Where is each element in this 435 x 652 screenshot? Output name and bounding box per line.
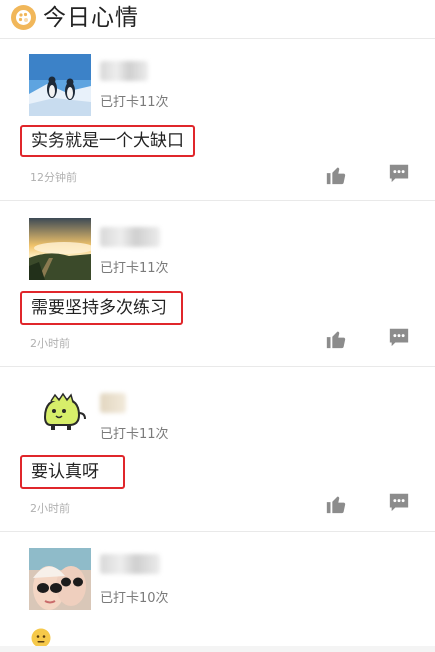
avatar[interactable] bbox=[29, 218, 91, 280]
checkin-count: 已打卡11次 bbox=[100, 95, 169, 110]
thumbs-up-icon[interactable] bbox=[325, 328, 347, 350]
post-card: 已打卡11次 需要坚持多次练习 2小时前 bbox=[0, 201, 435, 366]
thumbs-up-icon[interactable] bbox=[325, 493, 347, 515]
post-content-text: 需要坚持多次练习 bbox=[31, 298, 167, 318]
bottom-bar bbox=[0, 646, 435, 652]
neutral-face-emoji-icon bbox=[31, 628, 51, 648]
post-card: 已打卡10次 bbox=[0, 532, 435, 646]
avatar[interactable] bbox=[29, 548, 91, 610]
checkin-count: 已打卡11次 bbox=[100, 261, 169, 276]
post-content: 需要坚持多次练习 bbox=[20, 291, 183, 325]
username-blurred bbox=[100, 61, 148, 81]
post-card: 已打卡11次 实务就是一个大缺口 12分钟前 bbox=[0, 39, 435, 200]
username-blurred bbox=[100, 393, 126, 413]
post-content: 实务就是一个大缺口 bbox=[20, 125, 195, 157]
page-title: 今日心情 bbox=[43, 5, 139, 31]
post-time: 12分钟前 bbox=[30, 171, 77, 184]
checkin-count: 已打卡10次 bbox=[100, 591, 169, 606]
page-header: 今日心情 bbox=[0, 0, 435, 38]
post-content-text: 实务就是一个大缺口 bbox=[31, 131, 184, 151]
avatar[interactable] bbox=[29, 383, 91, 445]
post-content-text: 要认真呀 bbox=[31, 462, 99, 482]
avatar[interactable] bbox=[29, 54, 91, 116]
post-card: 已打卡11次 要认真呀 2小时前 bbox=[0, 367, 435, 531]
username-blurred bbox=[100, 554, 160, 574]
thumbs-up-icon[interactable] bbox=[325, 164, 347, 186]
palette-icon bbox=[11, 5, 36, 30]
comment-bubble-icon[interactable] bbox=[388, 162, 410, 184]
comment-bubble-icon[interactable] bbox=[388, 491, 410, 513]
post-time: 2小时前 bbox=[30, 502, 70, 515]
post-content: 要认真呀 bbox=[20, 455, 125, 489]
post-time: 2小时前 bbox=[30, 337, 70, 350]
checkin-count: 已打卡11次 bbox=[100, 427, 169, 442]
username-blurred bbox=[100, 227, 160, 247]
comment-bubble-icon[interactable] bbox=[388, 326, 410, 348]
